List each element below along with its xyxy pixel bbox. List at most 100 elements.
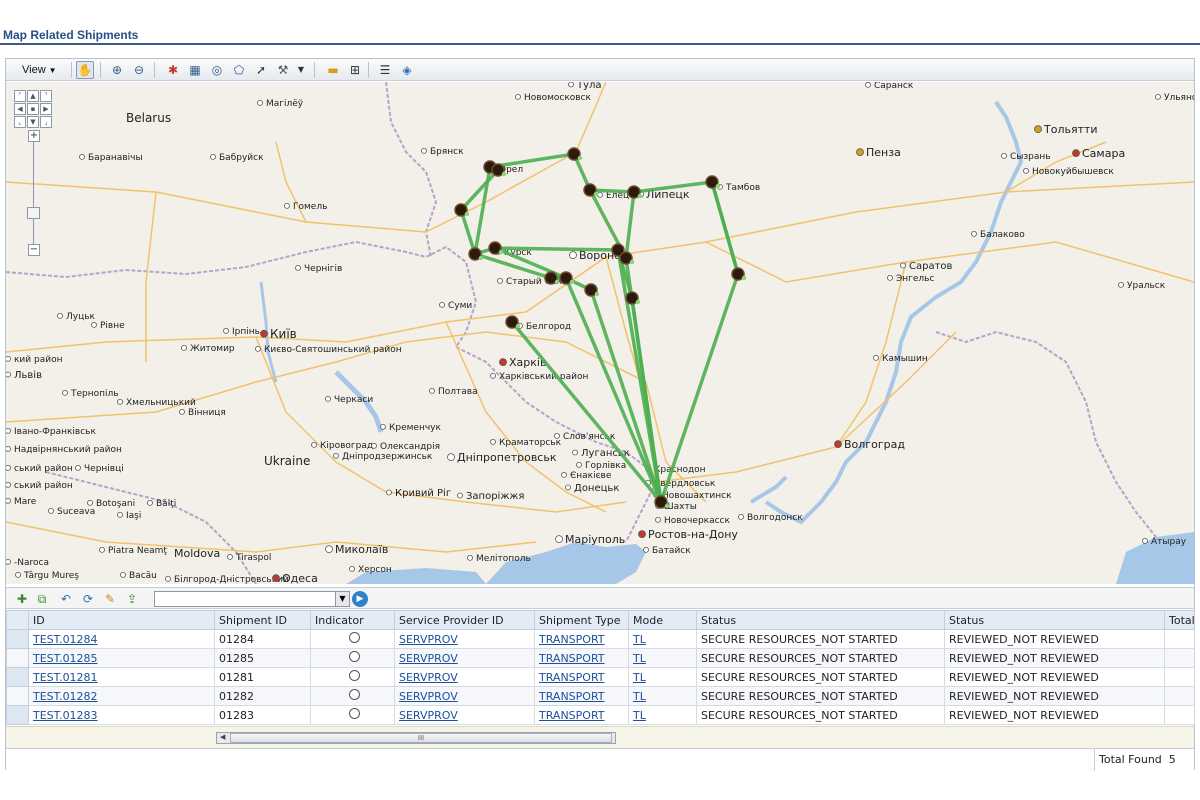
legend-icon[interactable]: ☰ <box>376 61 394 79</box>
pan-hand-icon[interactable]: ✋ <box>76 61 94 79</box>
table-row[interactable]: TEST.01281 01281 SERVPROV TRANSPORT TL SECURE… <box>6 667 1195 687</box>
country-label-moldova: Moldova <box>174 547 220 560</box>
view-menu[interactable]: View ▼ <box>16 61 63 79</box>
compass-icon[interactable]: ◈ <box>398 61 416 79</box>
table-row[interactable]: TEST.01284 01284 SERVPROV TRANSPORT TL SECURE… <box>6 629 1195 649</box>
pan-south-icon[interactable]: ▼ <box>27 116 39 128</box>
grid-icon[interactable]: ⊞ <box>346 61 364 79</box>
provider-link[interactable]: SERVPROV <box>399 671 458 684</box>
map-canvas[interactable]: Belarus Ukraine Moldova Тула Новомосковск… <box>6 82 1194 584</box>
shipment-type-link[interactable]: TRANSPORT <box>539 633 605 646</box>
pan-east-icon[interactable]: ▶ <box>40 103 52 115</box>
city-label-cherkasy: Черкаси <box>334 395 373 405</box>
indicator-radio[interactable] <box>349 651 360 662</box>
city-label-kropyvnytskyi: Кіровоград <box>320 441 373 451</box>
shipment-type-link[interactable]: TRANSPORT <box>539 671 605 684</box>
city-dot <box>439 301 445 308</box>
select-rect-icon[interactable]: ▦ <box>186 61 204 79</box>
column-header-provider[interactable]: Service Provider ID <box>394 610 535 630</box>
shipment-type-link[interactable]: TRANSPORT <box>539 709 605 722</box>
indicator-radio[interactable] <box>349 689 360 700</box>
city-label-rostov: Ростов-на-Дону <box>648 528 738 541</box>
shipment-id-cell: 01282 <box>219 689 254 703</box>
pan-west-icon[interactable]: ◀ <box>14 103 26 115</box>
pan-northwest-icon[interactable]: ⌜ <box>14 90 26 102</box>
column-header-id[interactable]: ID <box>28 610 215 630</box>
id-link[interactable]: TEST.01281 <box>33 671 98 684</box>
zoom-out-button[interactable]: − <box>28 244 40 256</box>
copy-row-icon[interactable]: ⧉ <box>34 591 50 607</box>
id-link[interactable]: TEST.01283 <box>33 709 98 722</box>
undo-icon[interactable]: ↶ <box>58 591 74 607</box>
provider-link[interactable]: SERVPROV <box>399 652 458 665</box>
column-header-total[interactable]: Total <box>1164 610 1195 630</box>
wrench-icon[interactable]: ⚒ <box>274 61 292 79</box>
indicator-radio[interactable] <box>349 708 360 719</box>
city-label-irpin: Ірпінь <box>232 327 260 337</box>
city-label-mogilev: Магілёў <box>266 99 304 109</box>
pan-north-icon[interactable]: ▲ <box>27 90 39 102</box>
zoom-slider-thumb[interactable] <box>27 207 40 219</box>
filter-select[interactable]: ▼ <box>154 591 350 607</box>
table-row[interactable]: TEST.01283 01283 SERVPROV TRANSPORT TL SECURE… <box>6 705 1195 725</box>
add-row-icon[interactable]: ✚ <box>14 591 30 607</box>
pan-northeast-icon[interactable]: ⌝ <box>40 90 52 102</box>
pan-southeast-icon[interactable]: ⌟ <box>40 116 52 128</box>
zoom-out-icon[interactable]: ⊖ <box>130 61 148 79</box>
mode-link[interactable]: TL <box>633 709 646 722</box>
shipment-route[interactable] <box>710 181 740 275</box>
row-selector[interactable] <box>6 648 29 668</box>
select-column-header[interactable] <box>6 610 29 630</box>
mode-link[interactable]: TL <box>633 671 646 684</box>
row-selector[interactable] <box>6 629 29 649</box>
export-icon[interactable]: ⇪ <box>124 591 140 607</box>
scroll-left-icon[interactable]: ◀ <box>220 733 225 741</box>
pan-center-icon[interactable]: ▪ <box>27 103 39 115</box>
id-link[interactable]: TEST.01282 <box>33 690 98 703</box>
shipment-type-link[interactable]: TRANSPORT <box>539 690 605 703</box>
select-polygon-icon[interactable]: ⬠ <box>230 61 248 79</box>
pointer-icon[interactable]: ➚ <box>252 61 270 79</box>
column-header-status[interactable]: Status <box>696 610 945 630</box>
marker-icon[interactable]: ✱ <box>164 61 182 79</box>
status-cell-td: SECURE RESOURCES_NOT STARTED <box>696 667 945 687</box>
id-link[interactable]: TEST.01284 <box>33 633 98 646</box>
table-row[interactable]: TEST.01282 01282 SERVPROV TRANSPORT TL SECURE… <box>6 686 1195 706</box>
indicator-radio[interactable] <box>349 670 360 681</box>
table-row[interactable]: TEST.01285 01285 SERVPROV TRANSPORT TL SECURE… <box>6 648 1195 668</box>
mode-link[interactable]: TL <box>633 652 646 665</box>
mode-link[interactable]: TL <box>633 690 646 703</box>
chevron-down-icon[interactable]: ▼ <box>335 592 349 606</box>
mode-link[interactable]: TL <box>633 633 646 646</box>
provider-link[interactable]: SERVPROV <box>399 633 458 646</box>
scrollbar-thumb[interactable]: III <box>230 733 612 743</box>
provider-link[interactable]: SERVPROV <box>399 690 458 703</box>
provider-link[interactable]: SERVPROV <box>399 709 458 722</box>
column-header-status-2[interactable]: Status <box>944 610 1165 630</box>
pan-southwest-icon[interactable]: ⌞ <box>14 116 26 128</box>
indicator-radio[interactable] <box>349 632 360 643</box>
toolbar-divider <box>368 62 369 78</box>
shipment-type-link[interactable]: TRANSPORT <box>539 652 605 665</box>
row-selector[interactable] <box>6 667 29 687</box>
column-header-shipment-id[interactable]: Shipment ID <box>214 610 311 630</box>
select-circle-icon[interactable]: ◎ <box>208 61 226 79</box>
row-selector[interactable] <box>6 705 29 725</box>
column-header-indicator[interactable]: Indicator <box>310 610 395 630</box>
city-dot <box>223 327 229 334</box>
border-moldova <box>45 471 257 584</box>
go-icon[interactable]: ▶ <box>352 591 368 607</box>
city-label-novomoskovsk: Новомосковск <box>524 93 592 103</box>
column-header-type[interactable]: Shipment Type <box>534 610 629 630</box>
horizontal-scrollbar[interactable]: ◀ III <box>6 726 1194 748</box>
ruler-icon[interactable]: ▬ <box>324 61 342 79</box>
city-dot <box>325 395 331 402</box>
chevron-down-icon[interactable]: ▼ <box>292 61 310 79</box>
id-link[interactable]: TEST.01285 <box>33 652 98 665</box>
column-header-mode[interactable]: Mode <box>628 610 697 630</box>
edit-icon[interactable]: ✎ <box>102 591 118 607</box>
row-selector[interactable] <box>6 686 29 706</box>
zoom-in-button[interactable]: + <box>28 130 40 142</box>
refresh-icon[interactable]: ⟳ <box>80 591 96 607</box>
zoom-in-icon[interactable]: ⊕ <box>108 61 126 79</box>
